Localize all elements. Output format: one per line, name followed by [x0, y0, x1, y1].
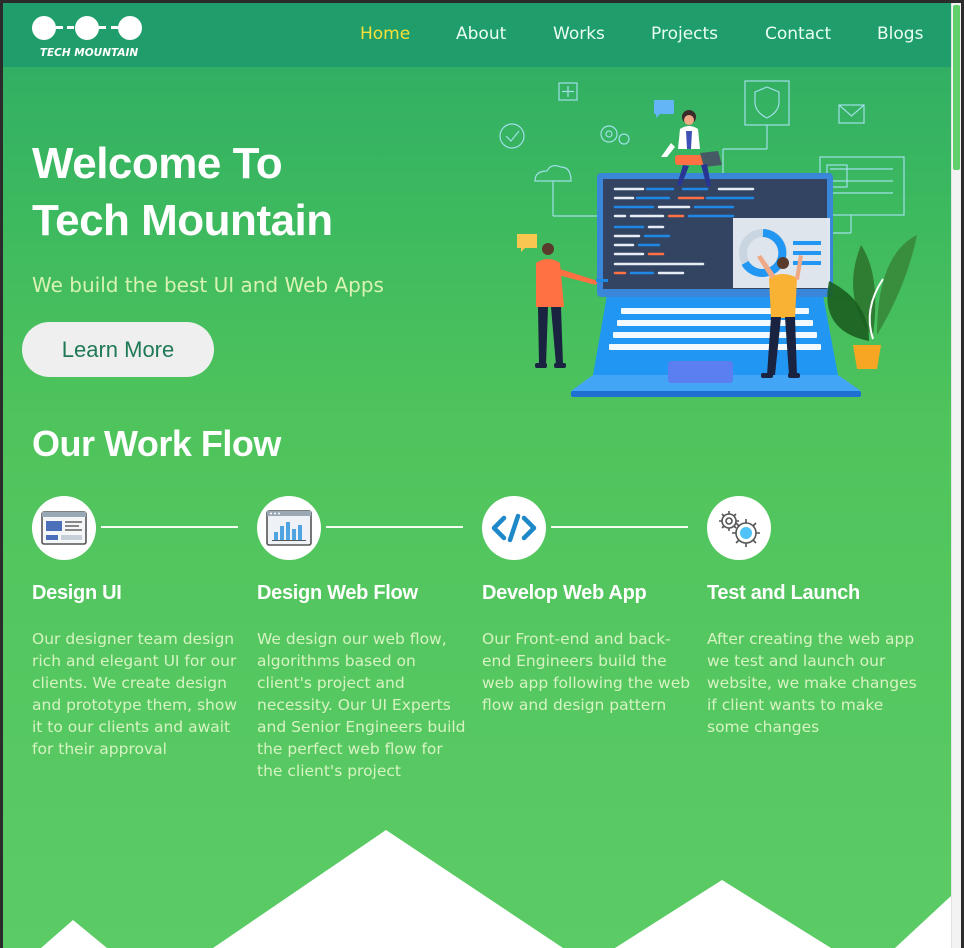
step-connector-3 — [551, 526, 688, 528]
design-ui-icon — [41, 511, 87, 545]
scrollbar-thumb[interactable] — [953, 5, 960, 170]
step-title-web-flow: Design Web Flow — [257, 582, 418, 604]
code-icon — [491, 513, 537, 543]
svg-text:TECH MOUNTAIN: TECH MOUNTAIN — [40, 47, 139, 59]
step-title-test-launch: Test and Launch — [707, 582, 860, 604]
step-test-launch-badge — [707, 496, 771, 560]
learn-more-button[interactable]: Learn More — [22, 322, 214, 377]
developer-laptop-illustration — [499, 80, 917, 397]
hero-title: Welcome To Tech Mountain — [32, 135, 333, 249]
web-flow-chart-icon — [266, 510, 312, 546]
step-web-flow-badge — [257, 496, 321, 560]
workflow-title: Our Work Flow — [32, 423, 281, 464]
nav-projects[interactable]: Projects — [651, 24, 718, 44]
step-text-develop: Our Front-end and back-end Engineers bui… — [482, 630, 691, 714]
vertical-scrollbar[interactable] — [951, 3, 961, 948]
step-text-design-ui: Our designer team design rich and elegan… — [32, 630, 238, 758]
step-connector-2 — [326, 526, 463, 528]
hero-title-line1: Welcome To — [32, 139, 283, 188]
hero-title-line2: Tech Mountain — [32, 196, 333, 245]
step-develop-badge — [482, 496, 546, 560]
mountain-silhouettes — [41, 830, 951, 948]
top-navbar: TECH MOUNTAIN Home About Works Projects … — [3, 3, 951, 67]
nav-blogs[interactable]: Blogs — [877, 24, 923, 44]
hero-subtitle: We build the best UI and Web Apps — [32, 273, 384, 297]
nav-works[interactable]: Works — [553, 24, 605, 44]
page-frame: TECH MOUNTAIN Home About Works Projects … — [3, 3, 961, 948]
step-text-web-flow: We design our web flow, algorithms based… — [257, 630, 466, 780]
tech-mountain-logo[interactable]: TECH MOUNTAIN — [31, 13, 147, 61]
step-title-develop: Develop Web App — [482, 582, 647, 604]
step-connector-1 — [101, 526, 238, 528]
nav-home[interactable]: Home — [360, 24, 410, 44]
step-design-ui-badge — [32, 496, 96, 560]
nav-about[interactable]: About — [456, 24, 506, 44]
step-title-design-ui: Design UI — [32, 582, 122, 604]
step-text-test-launch: After creating the web app we test and l… — [707, 630, 917, 736]
gears-icon — [719, 511, 760, 547]
nav-contact[interactable]: Contact — [765, 24, 831, 44]
